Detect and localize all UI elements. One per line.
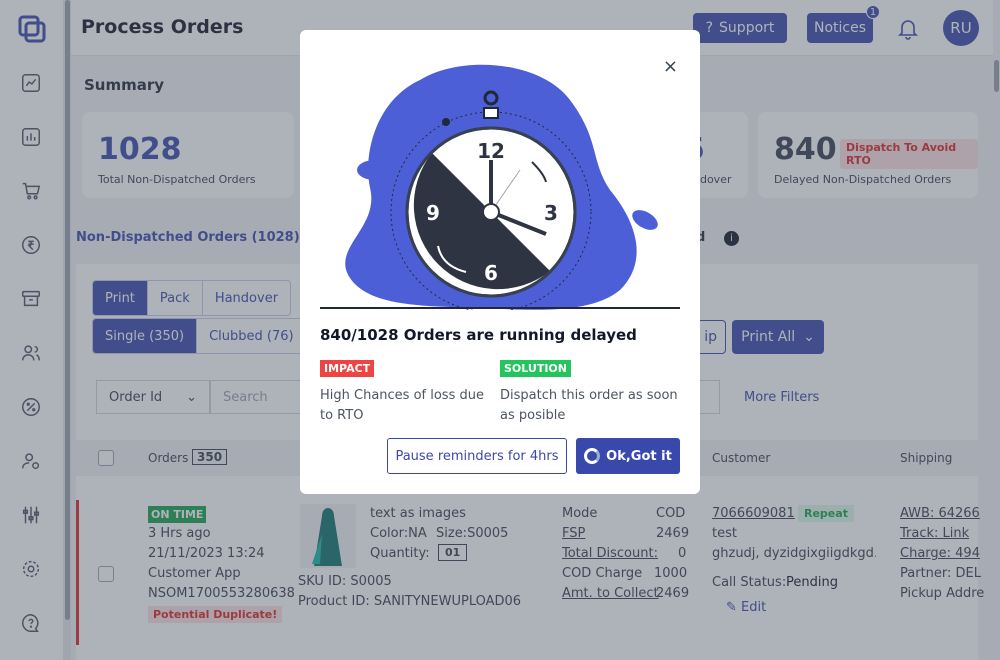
clock-number-9: 9 — [426, 201, 440, 225]
clock-illustration: 12 3 6 9 — [320, 64, 680, 310]
clock-number-3: 3 — [544, 201, 558, 225]
solution-text: Dispatch this order as soon as posible — [500, 388, 678, 423]
delay-alert-modal: × 12 3 6 9 840/1028 Orders are running d… — [300, 30, 700, 494]
impact-tag: IMPACT — [320, 360, 375, 377]
impact-text: High Chances of loss due to RTO — [320, 388, 484, 423]
spinner-icon — [584, 448, 601, 464]
clock-number-12: 12 — [477, 139, 505, 163]
clock-number-6: 6 — [484, 261, 498, 285]
ok-got-it-button[interactable]: Ok,Got it — [576, 438, 680, 474]
pause-reminders-button[interactable]: Pause reminders for 4hrs — [387, 438, 567, 474]
solution-tag: SOLUTION — [500, 360, 571, 377]
ok-label: Ok,Got it — [606, 448, 672, 464]
modal-title: 840/1028 Orders are running delayed — [320, 326, 637, 344]
